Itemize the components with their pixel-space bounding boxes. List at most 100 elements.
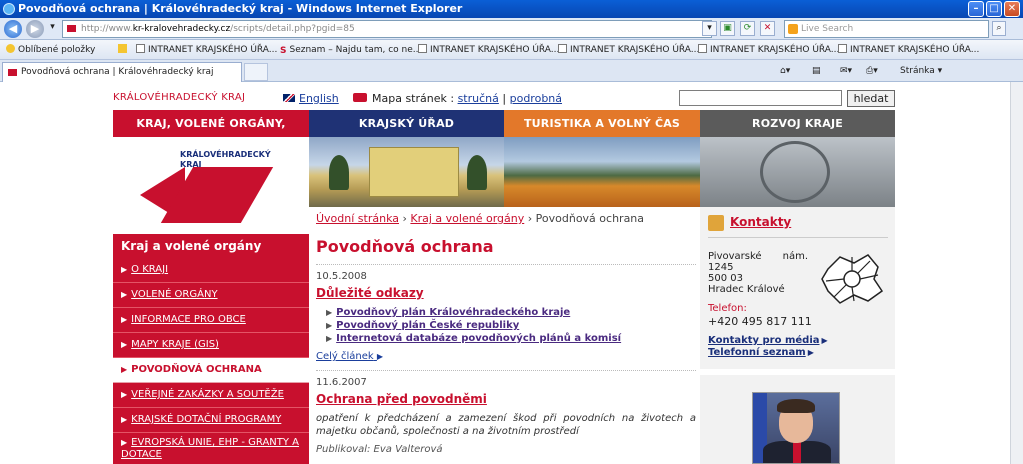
- favorite-link[interactable]: INTRANET KRAJSKÉHO ÚŘA...: [698, 43, 839, 57]
- ie-logo-icon: [3, 3, 15, 15]
- breadcrumb-kraj[interactable]: Kraj a volené orgány: [410, 212, 524, 225]
- vertical-scrollbar[interactable]: [1010, 82, 1023, 464]
- left-nav-item-o-kraji[interactable]: ▶ O KRAJI: [113, 258, 309, 283]
- address-bar[interactable]: http://www.kr-kralovehradecky.cz/scripts…: [62, 20, 712, 38]
- history-dropdown-icon[interactable]: ▾: [45, 21, 60, 36]
- favorite-link[interactable]: S Seznam – Najdu tam, co ne...: [280, 43, 421, 57]
- add-favorite-icon[interactable]: [118, 43, 130, 57]
- favorite-link[interactable]: INTRANET KRAJSKÉHO ÚŘA...: [136, 43, 277, 57]
- breadcrumb-home[interactable]: Úvodní stránka: [316, 212, 399, 225]
- search-button[interactable]: hledat: [847, 90, 895, 107]
- page-icon: [136, 44, 145, 53]
- left-nav-item-informace-pro-obce[interactable]: ▶ INFORMACE PRO OBCE: [113, 308, 309, 333]
- phone-number: +420 495 817 111: [708, 315, 812, 328]
- favorite-link[interactable]: INTRANET KRAJSKÉHO ÚŘA...: [838, 43, 979, 57]
- left-nav-item-dotacni-programy[interactable]: ▶ KRAJSKÉ DOTAČNÍ PROGRAMY: [113, 408, 309, 433]
- read-more-link[interactable]: Celý článek ▶: [316, 351, 696, 362]
- link-plan-kralovehradecky[interactable]: ▶ Povodňový plán Královéhradeckého kraje: [326, 306, 696, 319]
- nav-tab-rozvoj[interactable]: ROZVOJ KRAJE: [700, 110, 895, 137]
- forward-button[interactable]: ▶: [26, 20, 44, 38]
- left-nav-item-verejne-zakazky[interactable]: ▶ VEŘEJNÉ ZAKÁZKY A SOUTĚŽE: [113, 383, 309, 408]
- back-button[interactable]: ◀: [4, 20, 22, 38]
- minimize-button[interactable]: –: [968, 1, 984, 17]
- governor-portrait[interactable]: [752, 392, 840, 464]
- arrow-icon: ▶: [376, 352, 384, 361]
- uk-flag-icon: [283, 94, 295, 102]
- new-tab-button[interactable]: [244, 63, 268, 81]
- site-logo[interactable]: KRÁLOVÉHRADECKÝ KRAJ: [113, 137, 309, 232]
- phone-label: Telefon:: [708, 303, 747, 314]
- address-toolbar: ◀ ▶ ▾ http://www.kr-kralovehradecky.cz/s…: [0, 18, 1023, 40]
- compass-icon: [760, 141, 830, 203]
- link-plan-cr[interactable]: ▶ Povodňový plán České republiky: [326, 319, 696, 332]
- arrow-icon: ▶: [121, 390, 128, 399]
- english-link[interactable]: English: [299, 92, 339, 105]
- language-switch: English: [283, 92, 339, 105]
- arrow-icon: ▶: [121, 415, 128, 424]
- contacts-heading-link[interactable]: Kontakty: [708, 215, 791, 229]
- window-title: Povodňová ochrana | Královéhradecký kraj…: [18, 2, 463, 15]
- left-nav-item-povodnova-ochrana[interactable]: ▶ POVODŇOVÁ OCHRANA: [113, 358, 309, 383]
- contacts-panel: Kontakty Pivovarské nám. 1245 500 03 Hrad…: [700, 207, 895, 464]
- arrow-icon: ▶: [121, 365, 128, 374]
- article-title-link[interactable]: Důležité odkazy: [316, 286, 696, 300]
- arrow-icon: ▶: [821, 336, 828, 345]
- web-page: KRÁLOVÉHRADECKÝ KRAJ English Mapa stráne…: [0, 82, 1010, 464]
- feeds-icon[interactable]: ▤: [812, 64, 821, 78]
- sitemap: Mapa stránek : stručná | podrobná: [353, 92, 562, 105]
- breadcrumb-current: Povodňová ochrana: [535, 212, 645, 225]
- search-go-button[interactable]: ⌕: [992, 21, 1006, 36]
- phonebook-link[interactable]: Telefonní seznam ▶: [708, 347, 814, 358]
- page-title: Povodňová ochrana: [316, 237, 494, 256]
- left-navigation: Kraj a volené orgány ▶ O KRAJI ▶ VOLENÉ OR…: [113, 234, 309, 464]
- article-links: ▶ Povodňový plán Královéhradeckého kraje …: [316, 306, 696, 345]
- left-nav-item-evropska-unie[interactable]: ▶ EVROPSKÁ UNIE, EHP - GRANTY A DOTACE: [113, 433, 309, 464]
- divider: [700, 369, 895, 375]
- media-contacts-link[interactable]: Kontakty pro média ▶: [708, 335, 828, 346]
- article-title-link[interactable]: Ochrana před povodněmi: [316, 392, 696, 406]
- banner-photo-landscape: [504, 137, 700, 207]
- divider: [708, 237, 888, 238]
- page-icon: [838, 44, 847, 53]
- refresh-icon[interactable]: ⟳: [740, 21, 755, 36]
- arrow-icon: ▶: [121, 438, 128, 447]
- article-author: Publikoval: Eva Valterová: [316, 444, 443, 455]
- live-search-icon: [788, 24, 798, 34]
- tab-bar: Povodňová ochrana | Královéhradecký kraj…: [0, 60, 1023, 82]
- stop-icon[interactable]: ✕: [760, 21, 775, 36]
- address-dropdown-icon[interactable]: ▾: [702, 21, 717, 36]
- arrow-icon: ▶: [121, 315, 128, 324]
- print-icon[interactable]: ⎙▾: [866, 64, 878, 78]
- browser-tab[interactable]: Povodňová ochrana | Královéhradecký kraj: [2, 62, 242, 82]
- banner-photo-compass: [700, 137, 895, 207]
- sitemap-short-link[interactable]: stručná: [458, 92, 499, 105]
- compatibility-view-icon[interactable]: ▣: [720, 21, 735, 36]
- site-top-bar: KRÁLOVÉHRADECKÝ KRAJ English Mapa stráne…: [113, 90, 895, 108]
- maximize-button[interactable]: □: [986, 1, 1002, 17]
- sitemap-separator: |: [502, 92, 507, 105]
- favorites-button[interactable]: Oblíbené položky: [6, 43, 95, 57]
- sitemap-detailed-link[interactable]: podrobná: [510, 92, 562, 105]
- site-brand: KRÁLOVÉHRADECKÝ KRAJ: [113, 92, 246, 103]
- breadcrumb: Úvodní stránka › Kraj a volené orgány › …: [316, 212, 645, 225]
- site-favicon-icon: [8, 69, 17, 76]
- nav-tab-krajsky-urad[interactable]: KRAJSKÝ ÚŘAD: [309, 110, 504, 137]
- sitemap-icon: [353, 93, 367, 102]
- mail-icon[interactable]: ✉▾: [840, 64, 852, 78]
- nav-tab-turistika[interactable]: TURISTIKA A VOLNÝ ČAS: [504, 110, 700, 137]
- favorite-link[interactable]: INTRANET KRAJSKÉHO ÚŘA...: [418, 43, 559, 57]
- nav-tab-kraj[interactable]: KRAJ, VOLENÉ ORGÁNY, DOTACE: [113, 110, 309, 157]
- site-search-input[interactable]: [679, 90, 842, 106]
- favorite-link[interactable]: INTRANET KRAJSKÉHO ÚŘA...: [558, 43, 699, 57]
- left-nav-heading: Kraj a volené orgány: [113, 234, 309, 258]
- left-nav-item-volene-organy[interactable]: ▶ VOLENÉ ORGÁNY: [113, 283, 309, 308]
- left-nav-item-mapy-kraje[interactable]: ▶ MAPY KRAJE (GIS): [113, 333, 309, 358]
- page-menu[interactable]: Stránka ▾: [900, 64, 942, 78]
- page-icon: [418, 44, 427, 53]
- link-databaze-planu[interactable]: ▶ Internetová databáze povodňových plánů …: [326, 332, 696, 345]
- arrow-icon: ▶: [121, 290, 128, 299]
- close-window-button[interactable]: ✕: [1004, 1, 1020, 17]
- live-search-input[interactable]: Live Search: [784, 20, 989, 38]
- home-icon[interactable]: ⌂▾: [780, 64, 790, 78]
- divider: [316, 264, 696, 265]
